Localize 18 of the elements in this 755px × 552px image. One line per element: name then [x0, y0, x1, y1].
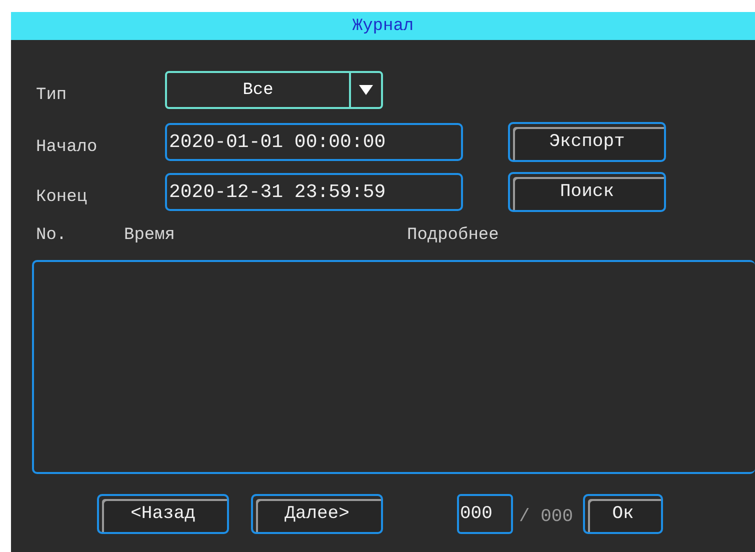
page-total: / 000 [519, 507, 574, 527]
column-header: Время [124, 226, 176, 247]
page-field[interactable]: 000 [457, 494, 513, 534]
start-label: Начало [36, 136, 98, 156]
start-field[interactable]: 2020-01-01 00:00:00 [165, 123, 463, 161]
type-dropdown[interactable]: Все [165, 71, 383, 109]
column-header: No. [36, 226, 68, 247]
caret-icon [358, 84, 374, 96]
window-title: Журнал [352, 16, 414, 36]
back-button[interactable]: <Назад [97, 494, 229, 534]
end-field[interactable]: 2020-12-31 23:59:59 [165, 173, 463, 211]
end-label: Конец [36, 186, 88, 206]
search-button[interactable]: Поиск [508, 172, 666, 212]
type-label: Тип [36, 84, 68, 104]
next-button[interactable]: Далее> [251, 494, 383, 534]
ok-button[interactable]: Ок [583, 494, 664, 534]
export-button[interactable]: Экспорт [508, 122, 666, 162]
column-header: Подробнее [407, 226, 499, 247]
